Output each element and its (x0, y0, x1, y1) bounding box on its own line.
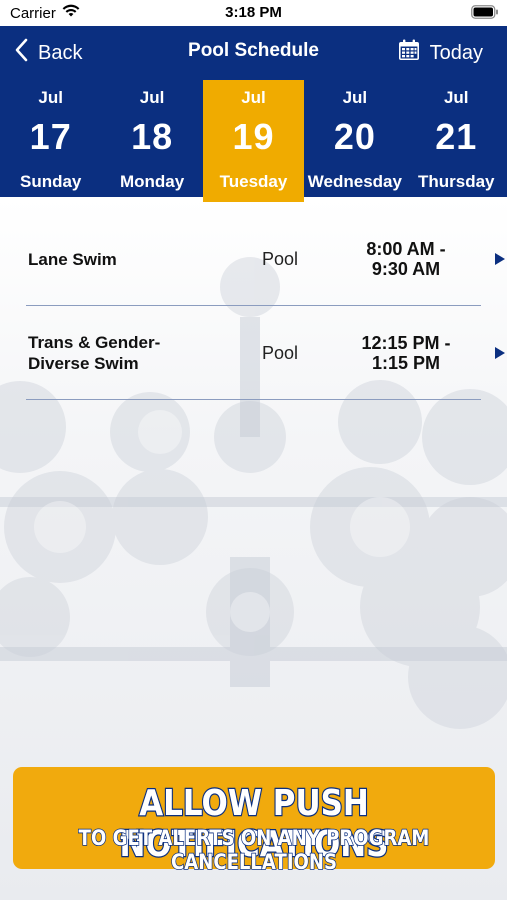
day-weekday: Tuesday (219, 172, 288, 191)
day-month: Jul (139, 88, 165, 107)
today-button[interactable]: Today (398, 38, 483, 68)
day-tab[interactable]: Jul 18 Monday (101, 80, 202, 202)
day-date: 17 (29, 116, 72, 157)
nav-bar: Back Pool Schedule Today (0, 26, 507, 80)
day-tab-selected[interactable]: Jul 19 Tuesday (202, 80, 305, 202)
day-date: 20 (333, 116, 376, 157)
program-location: Pool (262, 248, 299, 269)
date-selector: Jul 17 Sunday Jul 18 Monday Jul 19 Tuesd… (0, 80, 507, 202)
triangle-right-icon (495, 306, 505, 400)
back-label: Back (38, 41, 83, 64)
day-month: Jul (443, 88, 469, 107)
program-name: Lane Swim (28, 249, 117, 269)
banner-subtitle: TO GET ALERTS ON ANY PROGRAM CANCELLATIO… (78, 825, 430, 875)
status-bar: Carrier 3:18 PM (0, 0, 507, 26)
chevron-left-icon (14, 38, 28, 68)
program-name: Trans & Gender-Diverse Swim (28, 333, 161, 373)
calendar-icon (398, 39, 420, 67)
back-button[interactable]: Back (14, 38, 82, 68)
day-date: 19 (232, 116, 275, 157)
day-weekday: Thursday (417, 172, 495, 191)
time-start: 12:15 PM - (361, 333, 451, 353)
today-label: Today (429, 41, 483, 64)
day-tab[interactable]: Jul 17 Sunday (0, 80, 101, 202)
schedule-list: Lane Swim Pool 8:00 AM - 9:30 AM Trans &… (0, 212, 507, 400)
battery-icon (471, 5, 499, 23)
day-date: 21 (435, 116, 478, 157)
time-end: 9:30 AM (371, 259, 441, 279)
program-location: Pool (262, 342, 299, 363)
push-notifications-banner[interactable]: ALLOW PUSH NOTIFICATIONS TO GET ALERTS O… (13, 767, 495, 875)
day-weekday: Monday (119, 172, 185, 191)
triangle-right-icon (495, 212, 505, 306)
program-time: 8:00 AM - 9:30 AM (344, 212, 468, 306)
time-start: 8:00 AM - (366, 239, 446, 259)
schedule-row[interactable]: Trans & Gender-Diverse Swim Pool 12:15 P… (26, 306, 505, 400)
program-time: 12:15 PM - 1:15 PM (344, 306, 468, 400)
time-end: 1:15 PM (371, 353, 441, 373)
day-month: Jul (38, 88, 63, 107)
day-month: Jul (342, 88, 368, 107)
schedule-row[interactable]: Lane Swim Pool 8:00 AM - 9:30 AM (26, 212, 505, 306)
day-tab[interactable]: Jul 21 Thursday (406, 80, 507, 202)
day-tab[interactable]: Jul 20 Wednesday (304, 80, 405, 202)
day-weekday: Sunday (19, 172, 82, 191)
day-date: 18 (131, 116, 174, 157)
status-time: 3:18 PM (225, 4, 282, 21)
day-weekday: Wednesday (307, 172, 402, 191)
day-month: Jul (241, 88, 266, 107)
